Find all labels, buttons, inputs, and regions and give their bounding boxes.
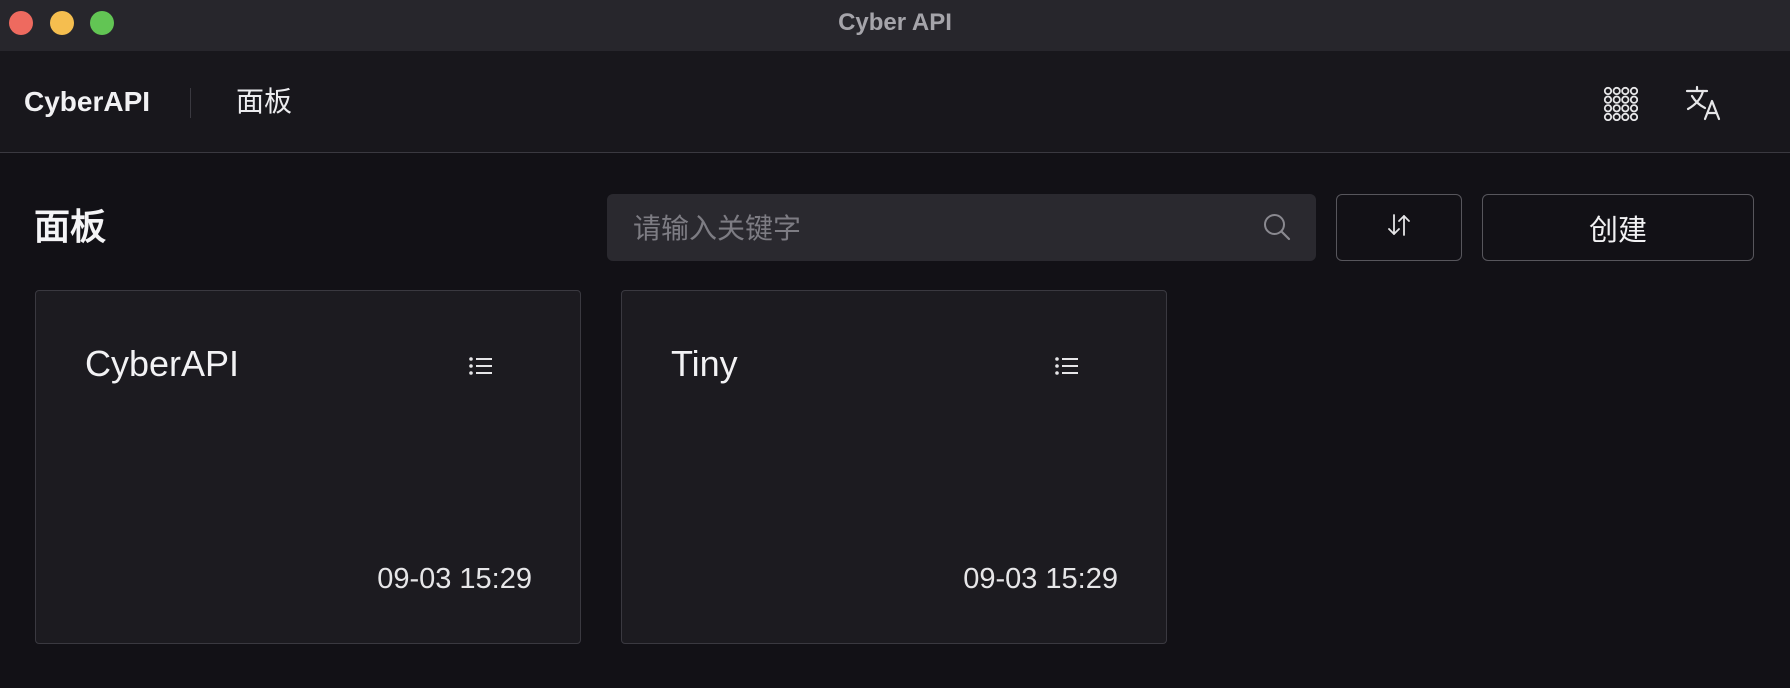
create-button[interactable]: 创建	[1482, 194, 1754, 261]
search-icon[interactable]	[1262, 212, 1292, 242]
card-timestamp: 09-03 15:29	[963, 563, 1118, 595]
nav-divider	[190, 88, 191, 118]
window-title: Cyber API	[838, 9, 952, 36]
sort-button[interactable]	[1336, 194, 1462, 261]
card-title: CyberAPI	[85, 343, 240, 384]
search-input[interactable]	[631, 194, 1235, 263]
list-menu-icon[interactable]	[466, 353, 496, 379]
nav-item-dashboard[interactable]: 面板	[236, 51, 292, 152]
card-timestamp: 09-03 15:29	[377, 563, 532, 595]
dashboard-card[interactable]: CyberAPI 09-03 15:29	[35, 290, 581, 644]
page-title: 面板	[34, 206, 107, 247]
dashboard-card[interactable]: Tiny 09-03 15:29	[621, 290, 1167, 644]
translate-icon[interactable]	[1682, 81, 1726, 125]
brand-logo-text[interactable]: CyberAPI	[24, 51, 150, 152]
top-navbar: CyberAPI 面板	[0, 51, 1790, 153]
card-title: Tiny	[671, 343, 738, 384]
apps-grid-icon[interactable]	[1598, 81, 1642, 125]
window-titlebar: Cyber API	[0, 0, 1790, 51]
search-box	[607, 194, 1316, 263]
list-menu-icon[interactable]	[1052, 353, 1082, 379]
sort-icon	[1385, 212, 1413, 243]
